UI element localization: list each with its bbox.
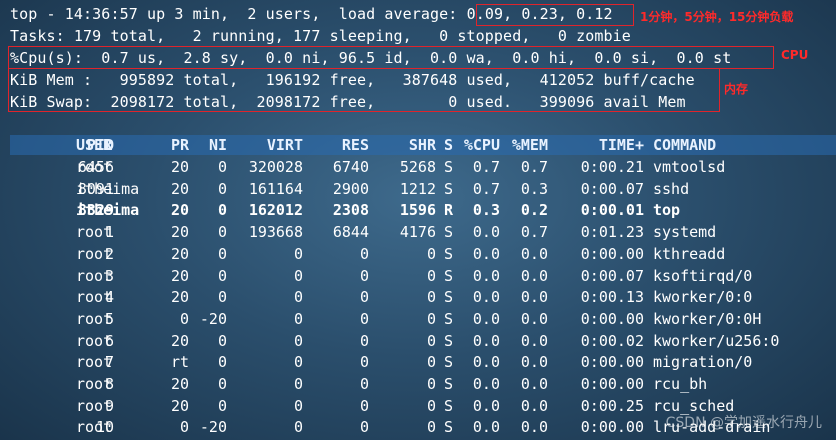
table-row: 8091 itheima 20 0 161164 2900 1212 S 0.7 0.3 0:00.… — [0, 178, 836, 200]
cell-time: 0:00.07 — [580, 179, 644, 198]
cell-cmd: kworker/0:0 — [653, 288, 753, 307]
cell-time: 0:00.00 — [580, 244, 644, 263]
cell-mem: 0.0 — [520, 396, 548, 415]
cell-cmd: kworker/0:0H — [653, 309, 762, 328]
column-header-mem: %MEM — [511, 136, 548, 154]
table-row: 8329 itheima 20 0 162012 2308 1596 R 0.3 0.2 0:00.… — [0, 199, 836, 221]
cell-mem: 0.7 — [520, 158, 548, 176]
cell-mem: 0.0 — [520, 244, 548, 263]
cell-time: 0:00.00 — [580, 418, 644, 437]
cell-time: 0:00.02 — [580, 331, 644, 350]
cell-time: 0:00.00 — [580, 375, 644, 393]
table-row: 3 root 20 0 0 0 0 S 0.0 0.0 0:00.07 ksoftirqd/0 — [0, 265, 836, 287]
load-average-note: 1分钟，5分钟，15分钟负载 — [640, 10, 794, 24]
cell-cmd: top — [653, 201, 681, 220]
cell-cmd: rcu_bh — [653, 375, 708, 393]
table-row: 2 root 20 0 0 0 0 S 0.0 0.0 0:00.00 kthreadd — [0, 243, 836, 265]
column-header-time: TIME+ — [598, 136, 644, 154]
summary-tasks-line: Tasks: 179 total, 2 running, 177 sleepin… — [10, 27, 631, 45]
uptime-text: top - 14:36:57 up 3 min, 2 users, load a… — [10, 5, 458, 23]
cell-cmd: kthreadd — [653, 244, 726, 263]
cell-time: 0:00.25 — [580, 396, 644, 415]
cell-cmd: kworker/u256:0 — [653, 331, 780, 350]
cell-mem: 0.0 — [520, 375, 548, 393]
table-row: 1 root 20 0 193668 6844 4176 S 0.0 0.7 0:01.23 syst… — [0, 221, 836, 243]
memory-note: 内存 — [724, 82, 749, 96]
cell-cmd: vmtoolsd — [653, 158, 726, 176]
watermark: CSDN @学加遥水行舟儿 — [665, 415, 822, 431]
table-header-row: PID USER PR NI VIRT RES SHR S %CPU %MEM TIME+ COMMA… — [0, 134, 836, 156]
load-average-highlight-box — [476, 4, 634, 26]
cell-cmd: sshd — [653, 179, 690, 198]
cpu-highlight-box — [8, 46, 774, 69]
cell-time: 0:00.07 — [580, 266, 644, 285]
table-row: 6 root 20 0 0 0 0 S 0.0 0.0 0:00.02 kworker/u256:0 — [0, 330, 836, 352]
memory-highlight-box — [8, 68, 720, 112]
cell-time: 0:00.01 — [580, 201, 644, 220]
cell-mem: 0.0 — [520, 353, 548, 372]
table-row: 7 root rt 0 0 0 0 S 0.0 0.0 0:00.00 migration/0 — [0, 351, 836, 373]
cell-mem: 0.0 — [520, 309, 548, 328]
cell-mem: 0.7 — [520, 223, 548, 242]
cell-cmd: ksoftirqd/0 — [653, 266, 753, 285]
cell-mem: 0.0 — [520, 288, 548, 307]
cell-cmd: systemd — [653, 223, 717, 242]
cpu-note: CPU — [781, 48, 809, 62]
table-row: 4 root 20 0 0 0 0 S 0.0 0.0 0:00.13 kworker/0:0 — [0, 286, 836, 308]
table-row: 6456 root 20 0 320028 6740 5268 S 0.7 0.7 0:00.21 v… — [0, 156, 836, 178]
cell-mem: 0.0 — [520, 266, 548, 285]
cell-mem: 0.3 — [520, 179, 548, 198]
cell-mem: 0.0 — [520, 331, 548, 350]
cell-time: 0:00.00 — [580, 309, 644, 328]
column-header-cmd: COMMAND — [653, 136, 717, 154]
terminal-window[interactable]: top - 14:36:57 up 3 min, 2 users, load a… — [0, 0, 836, 440]
table-row: 5 root 0 -20 0 0 0 S 0.0 0.0 0:00.00 kworker/0:0H — [0, 308, 836, 330]
cell-mem: 0.2 — [520, 201, 548, 220]
cell-cmd: migration/0 — [653, 353, 753, 372]
cell-time: 0:01.23 — [580, 223, 644, 242]
cell-time: 0:00.21 — [580, 158, 644, 176]
cell-time: 0:00.00 — [580, 353, 644, 372]
cell-time: 0:00.13 — [580, 288, 644, 307]
cell-mem: 0.0 — [520, 418, 548, 437]
table-row: 8 root 20 0 0 0 0 S 0.0 0.0 0:00.00 rcu_bh — [0, 373, 836, 395]
